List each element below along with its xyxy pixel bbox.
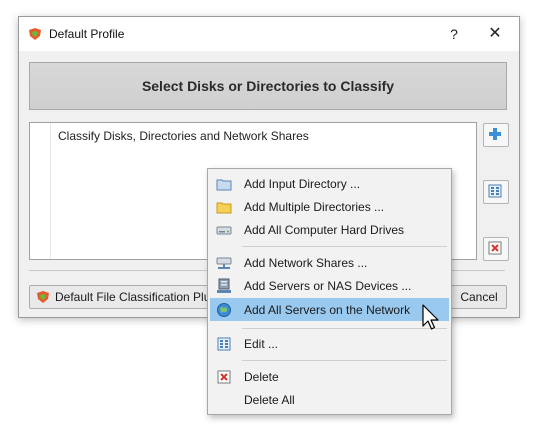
help-button[interactable]: ? — [442, 23, 466, 45]
edit-icon — [488, 184, 502, 198]
edit-button[interactable] — [483, 180, 509, 204]
profile-icon — [27, 27, 43, 41]
plugin-button[interactable]: Default File Classification Plugin — [29, 285, 226, 309]
menu-item-label: Add All Computer Hard Drives — [244, 223, 405, 237]
menu-item-add-all-servers-on-network[interactable]: Add All Servers on the Network — [210, 298, 449, 321]
network-share-icon — [216, 255, 232, 271]
window-title: Default Profile — [49, 27, 125, 41]
menu-item-label: Delete All — [244, 393, 295, 407]
menu-item-delete-all[interactable]: Delete All — [210, 388, 449, 411]
menu-separator — [242, 328, 447, 329]
menu-item-add-servers-nas[interactable]: Add Servers or NAS Devices ... — [210, 274, 449, 297]
menu-item-label: Add Multiple Directories ... — [244, 200, 385, 214]
profile-icon — [37, 291, 49, 303]
menu-item-label: Add Servers or NAS Devices ... — [244, 279, 412, 293]
add-button[interactable] — [483, 123, 509, 147]
page-title: Select Disks or Directories to Classify — [29, 62, 507, 110]
context-menu: Add Input Directory ... Add Multiple Dir… — [207, 168, 452, 415]
folder-yellow-icon — [216, 199, 232, 215]
mouse-cursor-icon — [422, 304, 440, 335]
menu-item-label: Add Input Directory ... — [244, 177, 361, 191]
menu-item-label: Add All Servers on the Network — [244, 303, 411, 317]
hard-drive-icon — [216, 222, 232, 238]
menu-item-delete[interactable]: Delete — [210, 365, 449, 388]
menu-item-add-network-shares[interactable]: Add Network Shares ... — [210, 251, 449, 274]
delete-icon — [216, 369, 232, 385]
list-gutter — [50, 123, 51, 259]
menu-separator — [242, 360, 447, 361]
plugin-button-label: Default File Classification Plugin — [55, 290, 227, 304]
menu-item-label: Add Network Shares ... — [244, 256, 368, 270]
plus-icon — [489, 128, 501, 140]
delete-icon — [488, 241, 502, 255]
folder-blue-icon — [216, 176, 232, 192]
edit-icon — [216, 336, 232, 352]
menu-item-label: Edit ... — [244, 337, 279, 351]
menu-item-add-all-hard-drives[interactable]: Add All Computer Hard Drives — [210, 218, 449, 241]
menu-item-add-input-directory[interactable]: Add Input Directory ... — [210, 172, 449, 195]
list-item[interactable]: Classify Disks, Directories and Network … — [58, 129, 309, 143]
globe-icon — [216, 302, 232, 318]
menu-item-edit[interactable]: Edit ... — [210, 332, 449, 355]
server-icon — [216, 278, 232, 294]
menu-item-add-multiple-directories[interactable]: Add Multiple Directories ... — [210, 195, 449, 218]
menu-separator — [242, 246, 447, 247]
cancel-button[interactable]: Cancel — [451, 285, 507, 309]
close-button[interactable]: ✕ — [483, 23, 507, 45]
delete-button[interactable] — [483, 237, 509, 261]
title-bar: Default Profile ? ✕ — [19, 17, 519, 51]
menu-item-label: Delete — [244, 370, 279, 384]
